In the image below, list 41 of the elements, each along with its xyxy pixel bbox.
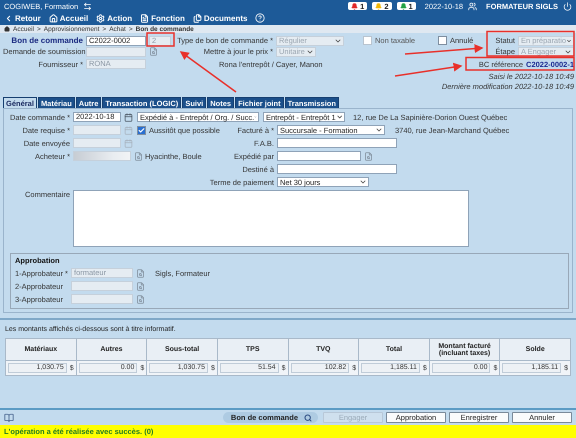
house-icon [4, 26, 10, 32]
lookup-icon[interactable] [364, 152, 373, 160]
nav-link[interactable]: Action [96, 14, 132, 22]
gear-icon [96, 14, 106, 22]
lookup-icon[interactable] [134, 152, 143, 160]
search-icon [304, 414, 312, 422]
chevron-down-icon [375, 126, 383, 134]
text-field[interactable] [277, 151, 361, 161]
highlight-frame [146, 32, 175, 47]
text-field[interactable] [71, 281, 133, 291]
lookup-icon[interactable] [136, 268, 145, 278]
swap-icon[interactable] [83, 2, 92, 10]
users-icon [468, 2, 478, 10]
checkbox[interactable] [438, 36, 447, 45]
lookup-icon[interactable] [136, 282, 145, 290]
chevron-left-icon [4, 14, 13, 22]
lookup-icon[interactable] [149, 47, 158, 56]
text-field[interactable] [277, 164, 397, 174]
chevron-down-icon [306, 48, 314, 56]
chevron-down-icon [334, 36, 342, 44]
nav-link[interactable]: Retour [4, 14, 41, 22]
text-field[interactable] [277, 138, 397, 148]
text-field[interactable] [73, 151, 131, 161]
lookup-icon[interactable] [136, 294, 145, 304]
annotation-arrow [394, 62, 462, 77]
power-icon[interactable] [563, 2, 572, 10]
files-icon [192, 14, 202, 22]
document-icon [140, 14, 150, 22]
checkbox[interactable] [137, 126, 146, 134]
book-icon[interactable] [4, 412, 14, 422]
chevron-down-icon [336, 113, 343, 121]
nav-link[interactable]: Fonction [140, 14, 185, 22]
comment-textarea[interactable] [73, 190, 469, 247]
nav-link[interactable]: Documents [192, 14, 248, 22]
chevron-down-icon [359, 178, 367, 186]
calendar-icon[interactable] [124, 112, 133, 122]
field-label: Bon de commande [10, 36, 83, 45]
text-field[interactable] [71, 294, 133, 304]
nav-link[interactable]: Accueil [48, 14, 88, 22]
help-icon[interactable] [255, 13, 266, 23]
house-icon [48, 14, 58, 22]
